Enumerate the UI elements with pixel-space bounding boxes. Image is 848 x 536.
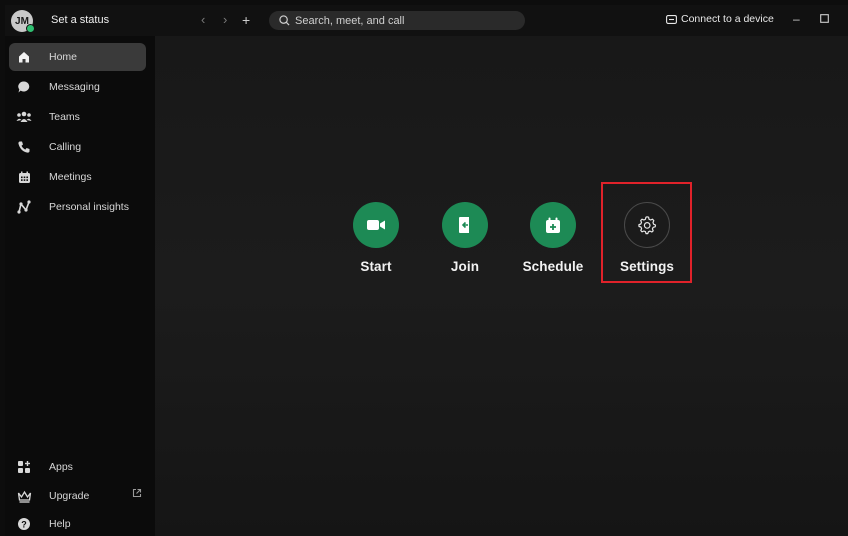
phone-icon [9, 140, 39, 154]
sidebar-item-apps[interactable]: Apps [9, 453, 146, 481]
sidebar-item-label: Home [49, 51, 78, 63]
insights-icon [9, 200, 39, 214]
home-main-panel: Start Join Schedule Settings [155, 36, 848, 536]
sidebar-item-teams[interactable]: Teams [9, 103, 146, 131]
sidebar-item-label: Apps [49, 461, 73, 473]
sidebar-item-home[interactable]: Home [9, 43, 146, 71]
sidebar-item-help[interactable]: ? Help [9, 510, 146, 536]
join-meeting-button[interactable]: Join [420, 202, 510, 274]
top-bar: JM Set a status ‹ › + Search, meet, and … [5, 5, 848, 36]
schedule-label: Schedule [522, 259, 584, 274]
svg-text:?: ? [21, 519, 27, 529]
start-meeting-button[interactable]: Start [331, 202, 421, 274]
set-status-link[interactable]: Set a status [51, 14, 109, 26]
sidebar-item-label: Meetings [49, 171, 92, 183]
apps-icon [9, 460, 39, 474]
sidebar: Home Messaging Teams Calling Meetings Pe… [5, 36, 155, 536]
calendar-plus-icon [546, 217, 560, 233]
join-door-icon [459, 217, 469, 233]
join-circle[interactable] [442, 202, 488, 248]
home-icon [9, 50, 39, 64]
device-icon [666, 14, 677, 24]
back-arrow-icon[interactable]: ‹ [201, 13, 205, 27]
sidebar-item-label: Calling [49, 141, 82, 153]
sidebar-item-calling[interactable]: Calling [9, 133, 146, 161]
maximize-icon[interactable] [820, 12, 829, 26]
chat-bubble-icon [9, 80, 39, 94]
sidebar-item-label: Messaging [49, 81, 100, 93]
sidebar-item-upgrade[interactable]: Upgrade [9, 482, 146, 510]
connect-device-button[interactable]: Connect to a device [666, 13, 774, 25]
sidebar-item-label: Teams [49, 111, 80, 123]
presence-indicator [26, 24, 35, 33]
sidebar-item-label: Personal insights [49, 201, 129, 213]
minimize-icon[interactable]: – [793, 12, 800, 26]
new-plus-icon[interactable]: + [242, 13, 250, 27]
sidebar-item-meetings[interactable]: Meetings [9, 163, 146, 191]
search-input[interactable]: Search, meet, and call [269, 11, 525, 30]
forward-arrow-icon[interactable]: › [223, 13, 227, 27]
search-placeholder: Search, meet, and call [295, 14, 405, 27]
crown-icon [9, 490, 39, 503]
video-camera-icon [367, 220, 385, 230]
sidebar-item-label: Upgrade [49, 490, 90, 502]
app-window: JM Set a status ‹ › + Search, meet, and … [5, 5, 848, 536]
search-icon [279, 15, 290, 26]
help-icon: ? [9, 517, 39, 531]
start-circle[interactable] [353, 202, 399, 248]
settings-highlight-box [601, 182, 692, 283]
sidebar-item-messaging[interactable]: Messaging [9, 73, 146, 101]
schedule-circle[interactable] [530, 202, 576, 248]
teams-icon [9, 111, 39, 123]
sidebar-item-label: Help [49, 518, 71, 530]
connect-label: Connect to a device [681, 13, 774, 25]
start-label: Start [360, 259, 392, 274]
calendar-icon [9, 171, 39, 184]
sidebar-item-personal-insights[interactable]: Personal insights [9, 193, 146, 221]
schedule-meeting-button[interactable]: Schedule [508, 202, 598, 274]
join-label: Join [450, 259, 480, 274]
